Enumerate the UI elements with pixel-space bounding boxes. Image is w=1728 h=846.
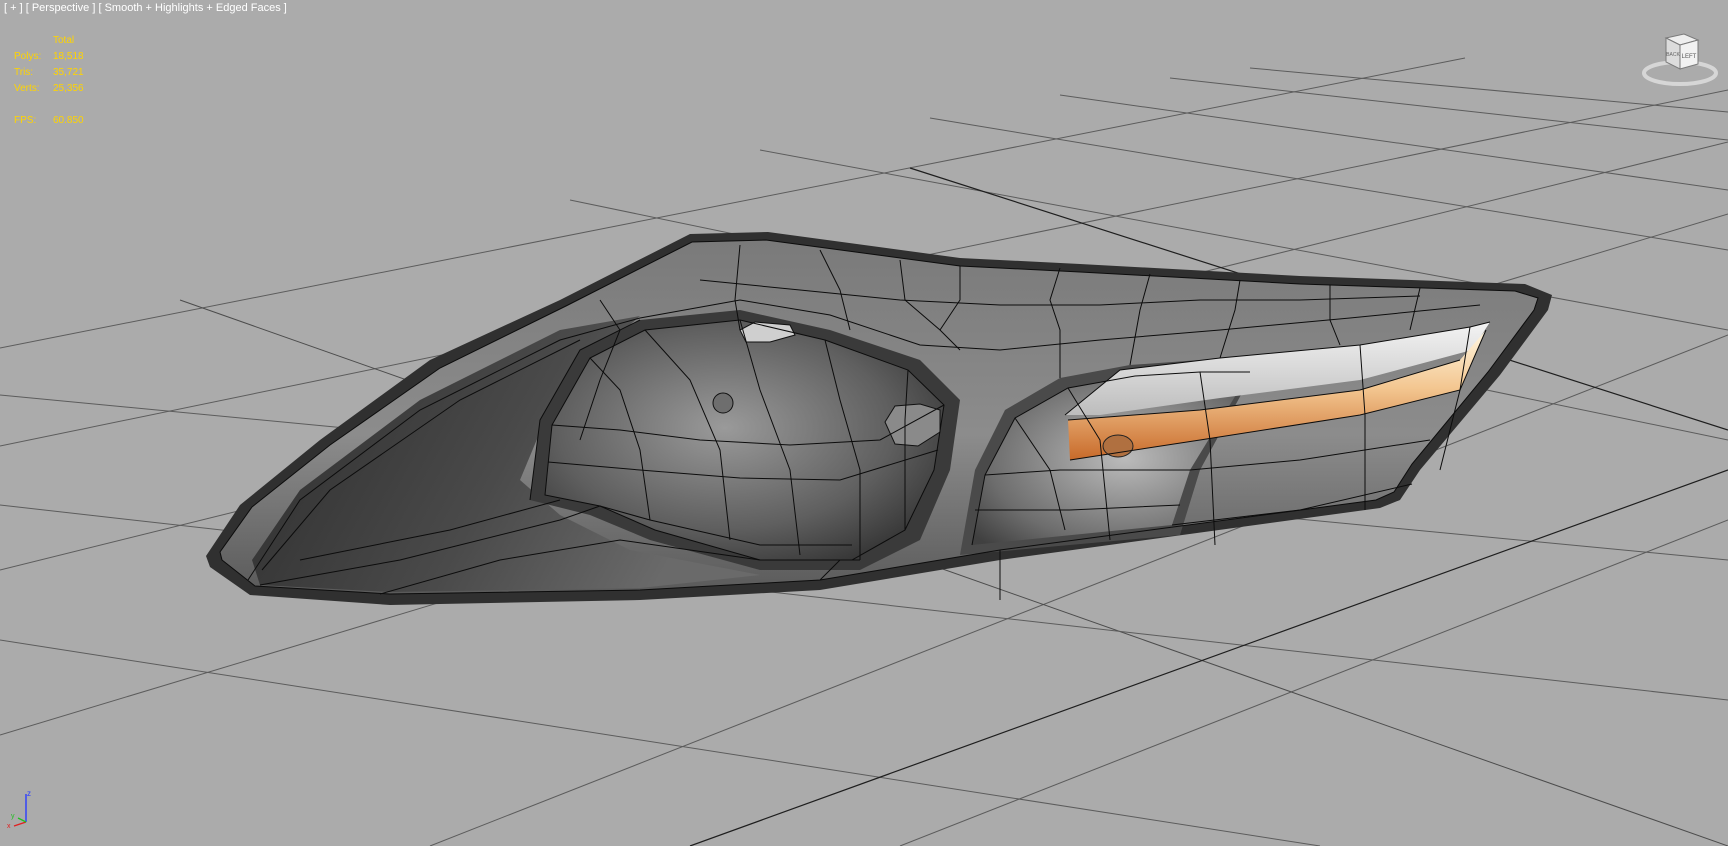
statistics-overlay: Total Polys: 18,518 Tris: 35,721 Verts: 25,… [14, 33, 113, 129]
fps-label: FPS: [14, 115, 37, 126]
stats-value: 25,356 [53, 83, 84, 94]
stats-label: Tris: [14, 67, 34, 78]
scene-canvas[interactable] [0, 0, 1728, 846]
bulb-amber [1102, 434, 1134, 458]
axis-x-label: x [7, 823, 11, 830]
stats-header: Total [53, 35, 75, 46]
axis-tripod-icon: z x y [7, 789, 31, 830]
stats-label: Verts: [14, 83, 40, 94]
axis-z-label: z [27, 789, 31, 798]
viewcube-icon[interactable]: LEFT BACK [1640, 28, 1720, 92]
viewport-label: [ + ] [ Perspective ] [ Smooth + Highlig… [4, 2, 287, 14]
viewcube-face-label: LEFT [1682, 54, 1697, 60]
fps-value: 60.850 [53, 115, 84, 126]
headlight-mesh [206, 232, 1552, 605]
viewcube-side-label: BACK [1666, 52, 1680, 58]
stats-label: Polys: [14, 51, 42, 62]
perspective-viewport[interactable]: [ + ] [ Perspective ] [ Smooth + Highlig… [0, 0, 1728, 846]
axis-y-label: y [11, 813, 15, 820]
viewport-view-label[interactable]: [ Perspective ] [26, 2, 96, 14]
stats-value: 18,518 [53, 51, 84, 62]
stats-value: 35,721 [53, 67, 84, 78]
bulb-left-small [712, 392, 734, 414]
viewport-menu[interactable]: [ + ] [4, 2, 23, 14]
viewport-shading-label[interactable]: [ Smooth + Highlights + Edged Faces ] [98, 2, 286, 14]
